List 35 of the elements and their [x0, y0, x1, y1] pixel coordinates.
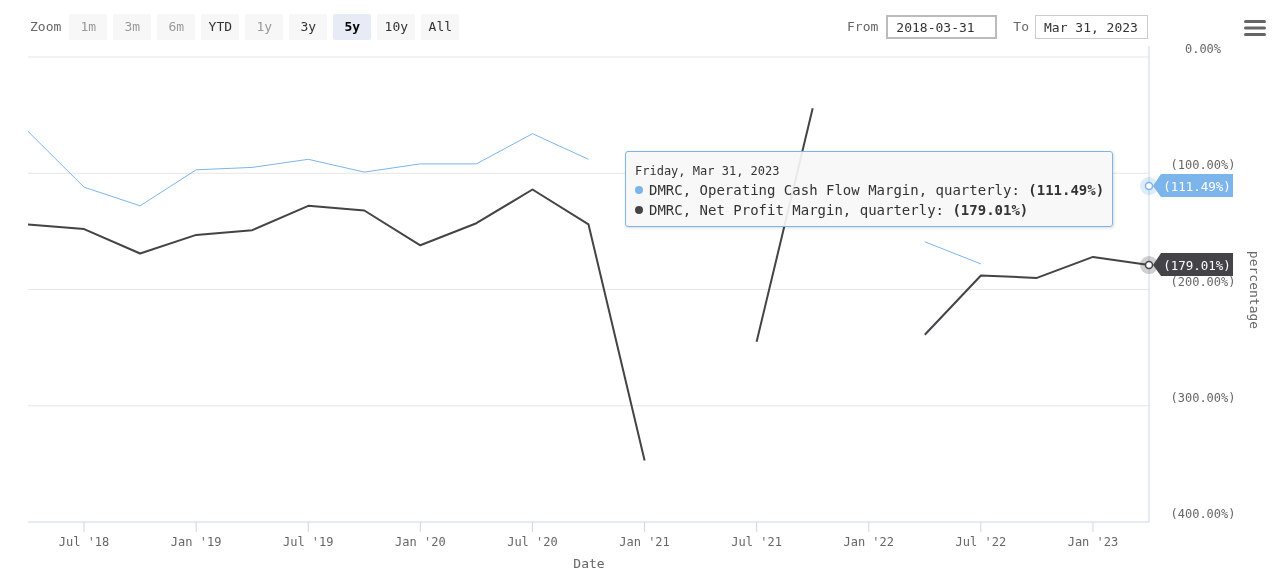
y-axis-title: percentage: [1247, 250, 1262, 330]
y-tick-label: (400.00%): [1170, 507, 1236, 521]
y-tick-label: (300.00%): [1170, 390, 1236, 405]
x-tick-label: Jan '22: [843, 535, 895, 549]
tooltip-series-text: DMRC, Net Profit Margin, quarterly: (179.01%): [649, 202, 1029, 218]
x-tick-label: Jan '19: [170, 535, 222, 549]
zoom-button[interactable]: 10y: [377, 14, 416, 40]
y-tick-label: 0.00%: [1184, 42, 1222, 56]
x-axis-title: Date: [573, 556, 605, 571]
x-tick-label: Jan '20: [395, 535, 446, 549]
from-date-field[interactable]: 2018-03-31: [886, 15, 998, 39]
zoom-button[interactable]: 3y: [289, 14, 328, 40]
value-flag: (179.01%): [1153, 253, 1233, 277]
zoom-button[interactable]: 5y: [333, 14, 372, 40]
y-tick-label: (100.00%): [1170, 158, 1236, 173]
tooltip-date: Friday, Mar 31, 2023: [635, 163, 781, 180]
x-tick-label: Jan '21: [619, 535, 670, 549]
x-tick-label: Jul '18: [58, 535, 110, 549]
x-tick-label: Jul '19: [282, 535, 334, 549]
to-label: To: [1013, 18, 1029, 37]
tooltip-series-text: DMRC, Operating Cash Flow Margin, quarterly: (111.49%): [649, 182, 1105, 198]
x-tick-label: Jul '21: [731, 535, 782, 549]
from-label: From: [847, 18, 879, 37]
x-tick-label: Jan '23: [1067, 535, 1119, 549]
data-point-marker: [1144, 260, 1154, 270]
data-point-marker: [1144, 181, 1154, 191]
zoom-button[interactable]: All: [421, 14, 460, 40]
x-tick-label: Jul '20: [507, 535, 558, 549]
menu-icon[interactable]: [1244, 20, 1266, 36]
zoom-button[interactable]: YTD: [201, 14, 240, 40]
zoom-label: Zoom: [30, 18, 62, 37]
x-tick-label: Jul '22: [955, 535, 1007, 549]
value-flag: (111.49%): [1153, 174, 1233, 198]
y-tick-label: (200.00%): [1170, 274, 1236, 289]
to-date-field[interactable]: Mar 31, 2023: [1035, 15, 1148, 39]
